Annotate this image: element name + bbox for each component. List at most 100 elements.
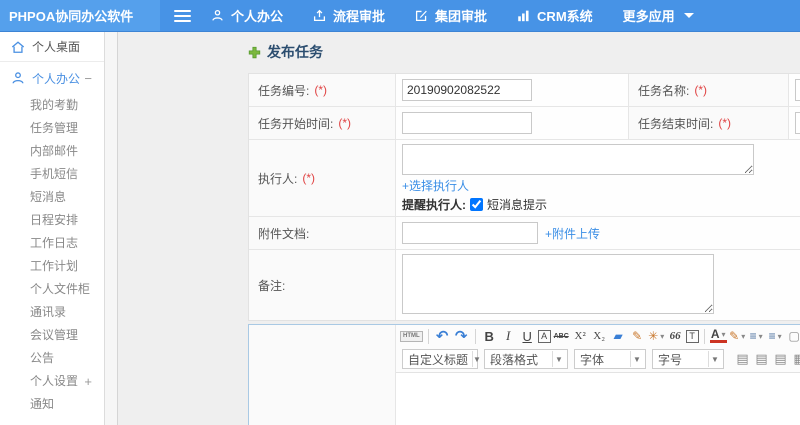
- start-time-label: 任务开始时间: (*): [249, 107, 396, 139]
- form-row-remark: 备注:: [249, 250, 800, 320]
- eraser-icon[interactable]: ▰: [610, 327, 627, 345]
- rich-text-editor: HTML↶↷BIUAABCX²X₂▰✎✳66TA✎≡≡▢ 自定义标题 ▼ 段落格…: [248, 324, 800, 425]
- blockquote-icon[interactable]: 66: [667, 327, 684, 345]
- nav-personal-office[interactable]: 个人办公: [211, 6, 283, 25]
- top-header: PHPOA协同办公软件 个人办公 流程审批 集团审批 CRM系统 更多应用: [0, 0, 800, 32]
- panel-splitter[interactable]: [104, 32, 118, 425]
- sidebar-item-notice[interactable]: 通知: [0, 393, 104, 416]
- remind-label: 提醒执行人:: [402, 198, 466, 212]
- align-justify-icon[interactable]: ▦: [791, 350, 800, 368]
- executor-label: 执行人: (*): [249, 140, 396, 216]
- attachment-label: 附件文档:: [249, 217, 396, 249]
- home-icon: [11, 40, 25, 53]
- sidebar-item[interactable]: 个人文件柜: [0, 278, 104, 301]
- sidebar-item[interactable]: 会议管理: [0, 324, 104, 347]
- menu-toggle-icon[interactable]: [174, 9, 191, 22]
- form-row-time: 任务开始时间: (*) 任务结束时间: (*): [249, 107, 800, 140]
- quick-format-icon[interactable]: ✳: [648, 327, 665, 345]
- sidebar-item-desktop[interactable]: 个人桌面: [0, 32, 104, 62]
- toolbar-separator: [427, 328, 429, 344]
- editor-label-cell: [249, 325, 396, 425]
- paragraph-format-select[interactable]: 段落格式 ▼: [484, 349, 568, 369]
- bold-icon[interactable]: B: [481, 327, 498, 345]
- user-icon: [212, 9, 223, 21]
- font-box-icon[interactable]: A: [537, 329, 551, 343]
- caret-down-icon: ▼: [708, 351, 721, 367]
- toolbar-separator: [474, 328, 476, 344]
- end-time-input[interactable]: [795, 112, 800, 134]
- sidebar-item-label: 个人设置: [30, 374, 79, 388]
- editor-content[interactable]: [396, 373, 800, 425]
- nav-label: 更多应用: [622, 9, 675, 24]
- italic-icon[interactable]: I: [500, 327, 517, 345]
- nav-workflow-approval[interactable]: 流程审批: [313, 6, 385, 25]
- undo-icon[interactable]: ↶: [434, 327, 451, 345]
- expand-icon[interactable]: +: [84, 370, 92, 393]
- editor-toolbar-row2-icons: ▤▤▤▦∞∞: [733, 350, 800, 368]
- align-right-icon[interactable]: ▤: [772, 350, 789, 368]
- required-mark: (*): [314, 83, 328, 97]
- sms-remind-checkbox[interactable]: [470, 198, 483, 211]
- sidebar-item[interactable]: 短消息: [0, 186, 104, 209]
- nav-more-apps[interactable]: 更多应用: [623, 6, 694, 25]
- custom-title-select[interactable]: 自定义标题 ▼: [402, 349, 481, 369]
- superscript-icon[interactable]: X²: [572, 327, 589, 345]
- sidebar-item[interactable]: 公告: [0, 347, 104, 370]
- top-nav: 个人办公 流程审批 集团审批 CRM系统 更多应用: [211, 6, 694, 25]
- highlight-color-icon[interactable]: ✎: [729, 327, 746, 345]
- caret-down-icon: ▼: [552, 351, 565, 367]
- nav-label: CRM系统: [537, 9, 593, 24]
- form-row-attachment: 附件文档: +附件上传: [249, 217, 800, 250]
- start-time-input[interactable]: [402, 112, 532, 134]
- sidebar-item[interactable]: 工作计划: [0, 255, 104, 278]
- task-name-input[interactable]: [795, 79, 800, 101]
- attachment-upload-link[interactable]: +附件上传: [545, 225, 600, 242]
- task-no-label: 任务编号: (*): [249, 74, 396, 106]
- sidebar-item-settings[interactable]: 个人设置 +: [0, 370, 104, 393]
- caret-down-icon: ▼: [630, 351, 643, 367]
- font-family-select[interactable]: 字体 ▼: [574, 349, 646, 369]
- sidebar-item[interactable]: 我的考勤: [0, 94, 104, 117]
- sidebar-item[interactable]: 手机短信: [0, 163, 104, 186]
- sidebar-item[interactable]: 工作日志: [0, 232, 104, 255]
- sidebar-item[interactable]: 日程安排: [0, 209, 104, 232]
- task-no-input[interactable]: [402, 79, 532, 101]
- bar-chart-icon: [518, 10, 529, 22]
- sidebar-item[interactable]: 通讯录: [0, 301, 104, 324]
- strikethrough-icon[interactable]: ABC: [553, 327, 570, 345]
- font-size-select[interactable]: 字号 ▼: [652, 349, 724, 369]
- ordered-list-icon[interactable]: ≡: [748, 327, 765, 345]
- toolbar-separator: [703, 328, 705, 344]
- align-center-icon[interactable]: ▤: [753, 350, 770, 368]
- task-name-label: 任务名称: (*): [629, 74, 789, 106]
- html-source-icon[interactable]: HTML: [400, 330, 423, 342]
- required-mark: (*): [302, 171, 316, 185]
- paste-as-text-icon[interactable]: T: [685, 329, 699, 343]
- remark-textarea[interactable]: [402, 254, 714, 314]
- attachment-input[interactable]: [402, 222, 538, 244]
- required-mark: (*): [338, 116, 352, 130]
- font-color-icon[interactable]: A: [709, 328, 727, 343]
- select-executor-link[interactable]: +选择执行人: [402, 177, 800, 194]
- collapse-icon[interactable]: −: [84, 71, 92, 86]
- subscript-icon[interactable]: X₂: [591, 327, 608, 345]
- sidebar-item[interactable]: 任务管理: [0, 117, 104, 140]
- sidebar-section-label: 个人办公: [32, 71, 81, 86]
- executor-textarea[interactable]: [402, 144, 754, 175]
- align-left-icon[interactable]: ▤: [734, 350, 751, 368]
- nav-crm-system[interactable]: CRM系统: [517, 6, 593, 25]
- end-time-label: 任务结束时间: (*): [629, 107, 789, 139]
- redo-icon[interactable]: ↷: [453, 327, 470, 345]
- format-brush-icon[interactable]: ✎: [629, 327, 646, 345]
- editor-toolbar-row2: 自定义标题 ▼ 段落格式 ▼ 字体 ▼ 字号 ▼ ▤ ▤ ▤ ▦: [396, 347, 800, 373]
- unordered-list-icon[interactable]: ≡: [767, 327, 784, 345]
- underline-icon[interactable]: U: [519, 327, 536, 345]
- add-icon: [248, 46, 261, 58]
- nav-group-approval[interactable]: 集团审批: [415, 6, 487, 25]
- new-page-icon[interactable]: ▢: [786, 327, 800, 345]
- required-mark: (*): [718, 116, 732, 130]
- form-row-executor: 执行人: (*) +选择执行人 提醒执行人: 短消息提示: [249, 140, 800, 217]
- page-title: 发布任务: [248, 42, 800, 62]
- sidebar-section-personal-office[interactable]: 个人办公 −: [0, 62, 104, 94]
- sidebar-item[interactable]: 内部邮件: [0, 140, 104, 163]
